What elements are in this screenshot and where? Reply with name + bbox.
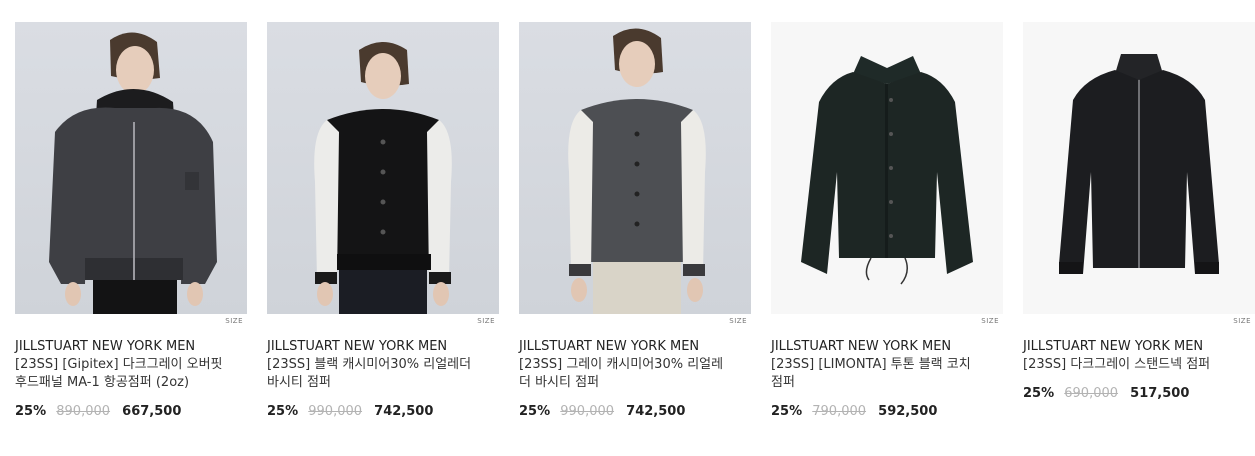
product-card[interactable]: SIZE JILLSTUART NEW YORK MEN [23SS] 그레이 … — [519, 22, 751, 421]
product-image[interactable] — [519, 22, 751, 314]
discount-rate: 25% — [15, 404, 47, 419]
original-price: 790,000 — [812, 404, 867, 419]
product-image[interactable] — [267, 22, 499, 314]
price-row: 25% 690,000 517,500 — [1023, 385, 1255, 403]
brand-name[interactable]: JILLSTUART NEW YORK MEN — [771, 338, 1003, 356]
product-name[interactable]: [23SS] [LIMONTA] 투톤 블랙 코치 점퍼 — [771, 356, 981, 392]
product-grid: SIZE JILLSTUART NEW YORK MEN [23SS] [Gip… — [0, 0, 1255, 456]
product-image[interactable] — [771, 22, 1003, 314]
product-card[interactable]: SIZE JILLSTUART NEW YORK MEN [23SS] [Gip… — [15, 22, 247, 421]
original-price: 990,000 — [560, 404, 615, 419]
product-card[interactable]: SIZE JILLSTUART NEW YORK MEN [23SS] 블랙 캐… — [267, 22, 499, 421]
discount-rate: 25% — [519, 404, 551, 419]
sale-price: 667,500 — [122, 404, 182, 419]
brand-name[interactable]: JILLSTUART NEW YORK MEN — [519, 338, 751, 356]
discount-rate: 25% — [1023, 386, 1055, 401]
product-card[interactable]: SIZE JILLSTUART NEW YORK MEN [23SS] 다크그레… — [1023, 22, 1255, 403]
jacket-photo — [801, 56, 973, 285]
model-photo — [314, 42, 452, 314]
sale-price: 517,500 — [1130, 386, 1190, 401]
model-photo — [49, 32, 217, 314]
product-name[interactable]: [23SS] 그레이 캐시미어30% 리얼레더 바시티 점퍼 — [519, 356, 729, 392]
model-photo — [568, 28, 706, 314]
price-row: 25% 990,000 742,500 — [267, 403, 499, 421]
size-label[interactable]: SIZE — [1023, 315, 1255, 327]
jacket-photo — [1059, 54, 1219, 274]
brand-name[interactable]: JILLSTUART NEW YORK MEN — [15, 338, 247, 356]
price-row: 25% 990,000 742,500 — [519, 403, 751, 421]
sale-price: 592,500 — [878, 404, 938, 419]
size-label[interactable]: SIZE — [267, 315, 499, 327]
product-name[interactable]: [23SS] 다크그레이 스탠드넥 점퍼 — [1023, 356, 1233, 374]
discount-rate: 25% — [771, 404, 803, 419]
size-label[interactable]: SIZE — [15, 315, 247, 327]
price-row: 25% 790,000 592,500 — [771, 403, 1003, 421]
brand-name[interactable]: JILLSTUART NEW YORK MEN — [1023, 338, 1255, 356]
size-label[interactable]: SIZE — [519, 315, 751, 327]
sale-price: 742,500 — [626, 404, 686, 419]
product-image[interactable] — [1023, 22, 1255, 314]
product-name[interactable]: [23SS] [Gipitex] 다크그레이 오버핏 후드패널 MA-1 항공점… — [15, 356, 225, 392]
product-card[interactable]: SIZE JILLSTUART NEW YORK MEN [23SS] [LIM… — [771, 22, 1003, 421]
price-row: 25% 890,000 667,500 — [15, 403, 247, 421]
original-price: 690,000 — [1064, 386, 1119, 401]
brand-name[interactable]: JILLSTUART NEW YORK MEN — [267, 338, 499, 356]
product-image[interactable] — [15, 22, 247, 314]
original-price: 990,000 — [308, 404, 363, 419]
size-label[interactable]: SIZE — [771, 315, 1003, 327]
sale-price: 742,500 — [374, 404, 434, 419]
discount-rate: 25% — [267, 404, 299, 419]
product-name[interactable]: [23SS] 블랙 캐시미어30% 리얼레더 바시티 점퍼 — [267, 356, 477, 392]
original-price: 890,000 — [56, 404, 111, 419]
